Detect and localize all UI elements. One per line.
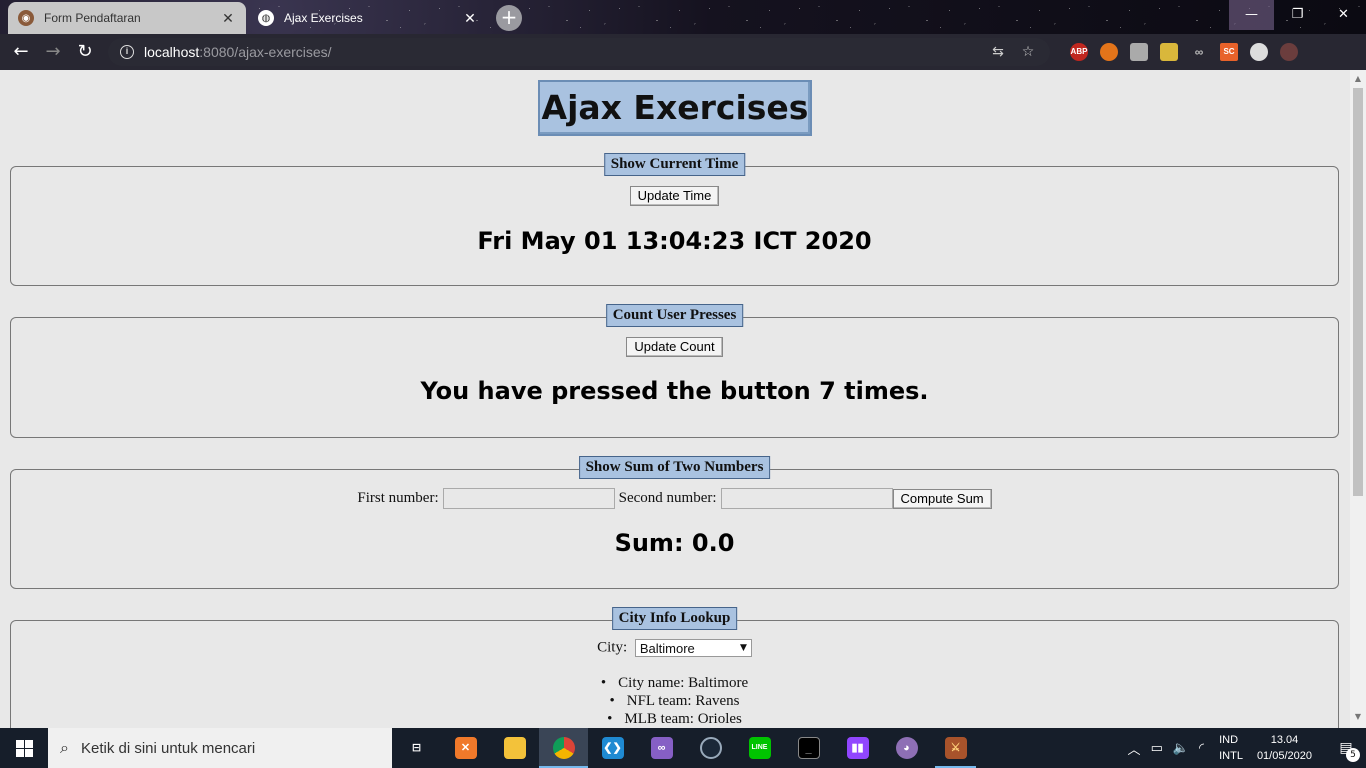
vscode-icon[interactable]: ❮❯ — [588, 728, 637, 768]
taskbar-clock[interactable]: 13.04 01/05/2020 — [1257, 732, 1312, 764]
tab-ajax-exercises[interactable]: ◍ Ajax Exercises ✕ — [248, 2, 488, 34]
tab-form-pendaftaran[interactable]: ◉ Form Pendaftaran ✕ — [8, 2, 246, 34]
game-icon[interactable]: ⚔ — [931, 728, 980, 768]
search-placeholder: Ketik di sini untuk mencari — [80, 739, 256, 757]
first-number-input[interactable] — [442, 488, 615, 509]
honey-extension-icon[interactable] — [1100, 43, 1118, 61]
city-info-lookup-panel: City Info Lookup City: Baltimore ▼ City … — [10, 607, 1339, 728]
city-info-list: City name: Baltimore NFL team: Ravens ML… — [11, 674, 1338, 728]
task-view-icon[interactable]: ⊟ — [392, 728, 441, 768]
city-select-value: Baltimore — [639, 640, 695, 656]
wifi-icon[interactable]: ◜ — [1199, 741, 1204, 756]
close-window-button[interactable]: ✕ — [1321, 0, 1366, 30]
extension-icon[interactable] — [1130, 43, 1148, 61]
file-explorer-icon[interactable] — [490, 728, 539, 768]
clock-date: 01/05/2020 — [1256, 750, 1312, 762]
terminal-icon[interactable]: _ — [784, 728, 833, 768]
list-item: MLB team: Orioles — [11, 710, 1338, 728]
scroll-up-arrow-icon[interactable]: ▲ — [1353, 74, 1363, 83]
url-host: localhost — [144, 44, 200, 60]
page-title: Ajax Exercises — [538, 80, 812, 136]
forward-arrow-icon[interactable]: → — [38, 37, 68, 67]
city-label: City: — [597, 639, 628, 656]
xampp-icon[interactable]: ✕ — [441, 728, 490, 768]
tab-title: Ajax Exercises — [284, 11, 363, 25]
language-indicator[interactable]: IND INTL — [1219, 732, 1243, 764]
windows-logo-icon — [15, 739, 33, 757]
compute-sum-button[interactable]: Compute Sum — [892, 488, 992, 509]
vertical-scrollbar[interactable]: ▲ ▼ — [1350, 70, 1366, 728]
chrome-icon[interactable] — [539, 728, 588, 768]
reload-icon[interactable]: ↻ — [70, 37, 100, 67]
page-content: Ajax Exercises Show Current Time Update … — [0, 70, 1350, 728]
scrollbar-thumb[interactable] — [1353, 88, 1363, 496]
keyboard-layout: INTL — [1219, 750, 1243, 762]
clock-time: 13.04 — [1270, 734, 1299, 746]
url-path: :8080/ajax-exercises/ — [199, 44, 332, 60]
dropdown-arrow-icon: ▼ — [739, 643, 747, 653]
sum-result: Sum: 0.0 — [614, 529, 735, 557]
extension-icon[interactable] — [1160, 43, 1178, 61]
site-favicon-icon: ◉ — [18, 10, 34, 26]
chevron-up-icon[interactable]: ︿ — [1128, 739, 1141, 758]
panel-legend: Show Sum of Two Numbers — [578, 456, 771, 479]
scroll-down-arrow-icon[interactable]: ▼ — [1353, 712, 1363, 721]
current-time-result: Fri May 01 13:04:23 ICT 2020 — [477, 227, 872, 255]
globe-icon: ◍ — [258, 10, 274, 26]
sum-two-numbers-panel: Show Sum of Two Numbers First number: Se… — [10, 456, 1339, 589]
panel-legend: Count User Presses — [605, 304, 744, 327]
city-select[interactable]: Baltimore ▼ — [634, 639, 752, 657]
browser-tab-strip: ◉ Form Pendaftaran ✕ ◍ Ajax Exercises ✕ … — [0, 0, 1366, 34]
infinity-extension-icon[interactable]: ∞ — [1190, 43, 1208, 61]
language-code: IND — [1219, 734, 1239, 746]
system-tray: ︿ ▭ 🔈 ◜ IND INTL 13.04 01/05/2020 ▤ 5 — [1123, 728, 1366, 768]
taskbar-search-box[interactable]: ⌕ Ketik di sini untuk mencari — [48, 728, 392, 768]
profile-avatar[interactable] — [1280, 43, 1298, 61]
list-item: City name: Baltimore — [11, 674, 1338, 692]
first-number-label: First number: — [357, 490, 439, 506]
notification-center-icon[interactable]: ▤ 5 — [1326, 740, 1366, 762]
update-time-button[interactable]: Update Time — [629, 186, 720, 206]
search-icon: ⌕ — [60, 738, 69, 757]
mute-icon[interactable]: 🔈 — [1173, 741, 1189, 756]
bookmark-star-icon[interactable]: ☆ — [1018, 42, 1038, 62]
address-bar[interactable]: i localhost:8080/ajax-exercises/ ⇆ ☆ — [108, 38, 1050, 66]
panel-legend: City Info Lookup — [611, 607, 738, 630]
press-count-result: You have pressed the button 7 times. — [420, 377, 929, 405]
site-info-icon[interactable]: i — [120, 45, 134, 59]
battery-icon[interactable]: ▭ — [1151, 741, 1163, 756]
maximize-button[interactable]: ❐ — [1275, 0, 1320, 30]
translate-icon[interactable]: ⇆ — [988, 42, 1008, 62]
tab-title: Form Pendaftaran — [44, 11, 141, 25]
panel-legend: Show Current Time — [603, 153, 746, 176]
minimize-button[interactable]: — — [1229, 0, 1274, 30]
show-current-time-panel: Show Current Time Update Time Fri May 01… — [10, 153, 1339, 286]
count-user-presses-panel: Count User Presses Update Count You have… — [10, 304, 1339, 438]
github-desktop-icon[interactable]: ◕ — [882, 728, 931, 768]
visual-studio-icon[interactable]: ∞ — [637, 728, 686, 768]
update-count-button[interactable]: Update Count — [626, 337, 723, 357]
windows-taskbar: ⌕ Ketik di sini untuk mencari ⊟ ✕ ❮❯ ∞ L… — [0, 728, 1366, 768]
second-number-label: Second number: — [618, 490, 717, 506]
adblock-extension-icon[interactable]: ABP — [1070, 43, 1088, 61]
tab-close-icon[interactable]: ✕ — [462, 10, 478, 27]
back-arrow-icon[interactable]: ← — [6, 37, 36, 67]
soundcloud-extension-icon[interactable]: SC — [1220, 43, 1238, 61]
new-tab-button[interactable]: + — [496, 5, 522, 31]
line-icon[interactable]: LINE — [735, 728, 784, 768]
start-button[interactable] — [0, 728, 48, 768]
notification-badge: 5 — [1346, 748, 1360, 762]
twitch-icon[interactable]: ▮▮ — [833, 728, 882, 768]
browser-toolbar: ← → ↻ i localhost:8080/ajax-exercises/ ⇆… — [0, 34, 1366, 70]
second-number-input[interactable] — [720, 488, 893, 509]
extensions-area: ABP ∞ SC — [1064, 43, 1304, 61]
list-item: NFL team: Ravens — [11, 692, 1338, 710]
extension-icon[interactable] — [1250, 43, 1268, 61]
steam-icon[interactable] — [686, 728, 735, 768]
tab-close-icon[interactable]: ✕ — [220, 10, 236, 27]
